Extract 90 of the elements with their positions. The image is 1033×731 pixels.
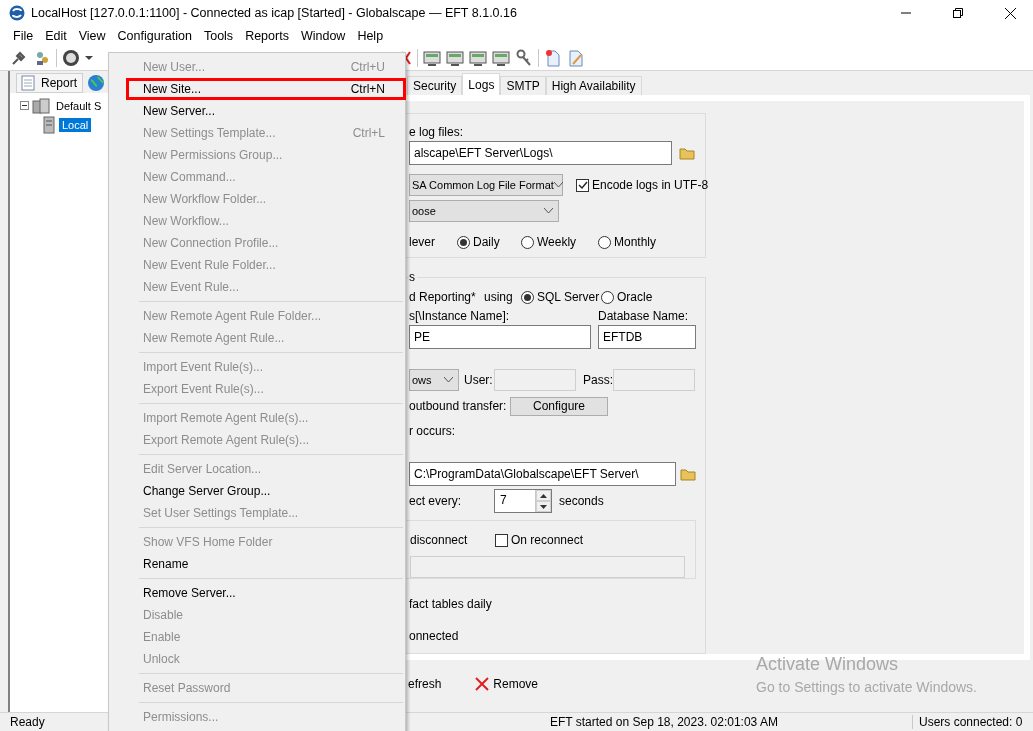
menu-item[interactable]: File	[7, 29, 40, 43]
caret-icon[interactable]	[85, 54, 93, 62]
radio-button[interactable]	[521, 235, 534, 249]
field-label: r occurs:	[409, 424, 455, 438]
check-icon	[577, 180, 588, 190]
chevron-down-icon	[444, 377, 453, 383]
globe-icon[interactable]	[87, 74, 106, 92]
log-format-select[interactable]: SA Common Log File Format	[409, 174, 563, 196]
status-text: Ready	[9, 715, 46, 729]
radio-button[interactable]	[601, 290, 614, 304]
radio-button[interactable]	[598, 235, 611, 249]
unit-label: seconds	[559, 494, 604, 508]
tree-item[interactable]: Default S	[53, 98, 105, 113]
activation-hint: Go to Settings to activate Windows.	[756, 679, 977, 695]
radio-button[interactable]	[521, 290, 534, 304]
chevron-down-icon	[553, 182, 563, 188]
field-label: Pass:	[583, 373, 613, 387]
status-text: EFT started on Sep 18, 2023. 02:01:03 AM	[549, 715, 779, 729]
report-tab[interactable]: Report	[16, 73, 84, 93]
menu-item[interactable]: Configuration	[111, 29, 198, 43]
radio-label: lever	[409, 235, 435, 249]
tab[interactable]: High Availability	[545, 76, 642, 95]
app-logo-icon	[9, 5, 25, 21]
menu-item[interactable]: New Server...	[126, 100, 406, 122]
error-path-field[interactable]: C:\ProgramData\Globalscape\EFT Server\	[409, 462, 676, 486]
chevron-down-icon	[544, 208, 553, 214]
restore-icon	[953, 8, 963, 18]
tab[interactable]: SMTP	[500, 76, 546, 95]
menu-item[interactable]: Edit	[39, 29, 73, 43]
menu-item[interactable]: Reports	[239, 29, 295, 43]
radio-label: SQL Server	[537, 290, 600, 304]
tab[interactable]: Security	[407, 76, 463, 95]
tree-item[interactable]: Local	[59, 117, 92, 132]
remove-button[interactable]: Remove	[475, 677, 539, 691]
log-location-field[interactable]: alscape\EFT Server\Logs\	[409, 141, 672, 165]
window-title: LocalHost [127.0.0.1:1100] - Connected as icap [Started] - Globalscape — EFT 8.1.0.16	[31, 6, 518, 20]
checkbox-label: d Reporting*	[409, 290, 477, 304]
document-icon	[20, 75, 36, 91]
server-field[interactable]: PE	[409, 325, 591, 349]
menu-item[interactable]: Rename	[126, 553, 406, 575]
checkbox[interactable]	[495, 533, 508, 547]
x-icon	[475, 677, 490, 691]
plug-icon[interactable]	[10, 49, 28, 67]
checkbox-label: Encode logs in UTF-8	[592, 178, 709, 192]
radio-button[interactable]	[457, 235, 470, 249]
radio-label: Oracle	[617, 290, 653, 304]
radio-label: Daily	[473, 235, 500, 249]
field-label: User:	[464, 373, 494, 387]
activation-title: Activate Windows	[756, 654, 900, 675]
menu-item[interactable]: Remove Server...	[126, 582, 406, 604]
field-label: s[\Instance Name]:	[409, 309, 511, 323]
checkbox-label: On reconnect	[511, 533, 584, 547]
field-label: using	[484, 290, 514, 304]
checkbox-label: onnected	[409, 629, 459, 643]
log-type-select[interactable]: oose	[409, 200, 559, 222]
menu-item[interactable]: New Site... Ctrl+N	[126, 78, 406, 100]
servers-icon	[32, 96, 50, 115]
auth-select[interactable]: ows	[409, 369, 459, 391]
up-arrow-icon[interactable]	[540, 493, 547, 498]
checkbox[interactable]	[576, 178, 589, 192]
field-label: outbound transfer:	[409, 399, 508, 413]
shortcut-text: Ctrl+N	[350, 82, 385, 96]
refresh-button[interactable]: efresh	[408, 677, 442, 691]
status-text: Users connected: 0	[912, 715, 1033, 729]
close-icon	[1004, 7, 1016, 19]
collapse-icon[interactable]	[20, 101, 29, 110]
field-label: Database Name:	[598, 309, 689, 323]
checkbox-label: disconnect	[410, 533, 469, 547]
menu-item[interactable]: Change Server Group...	[126, 480, 406, 502]
field-label: ect every:	[409, 494, 463, 508]
shortcut-text: Ctrl+U	[350, 60, 385, 74]
monitor-icon[interactable]	[469, 49, 487, 67]
spin-field[interactable]: 7	[494, 489, 552, 513]
menu-item[interactable]: Help	[351, 29, 390, 43]
radio-label: Monthly	[614, 235, 657, 249]
down-arrow-icon[interactable]	[540, 504, 547, 509]
server-icon	[42, 115, 56, 134]
new-document-icon[interactable]	[544, 49, 562, 67]
input-field[interactable]	[410, 556, 685, 578]
database-field[interactable]: EFTDB	[598, 325, 696, 349]
radio-label: Weekly	[537, 235, 577, 249]
menu-item[interactable]: View	[72, 29, 112, 43]
shortcut-text: Ctrl+L	[352, 126, 385, 140]
configure-button[interactable]: Configure	[510, 396, 608, 416]
field-label: e log files:	[409, 125, 464, 139]
checkbox-label: fact tables daily	[409, 597, 492, 611]
menu-item[interactable]: Window	[294, 29, 352, 43]
round-button-icon[interactable]	[62, 49, 80, 67]
menu-item[interactable]: Tools	[197, 29, 240, 43]
tab[interactable]: Logs	[462, 73, 501, 95]
